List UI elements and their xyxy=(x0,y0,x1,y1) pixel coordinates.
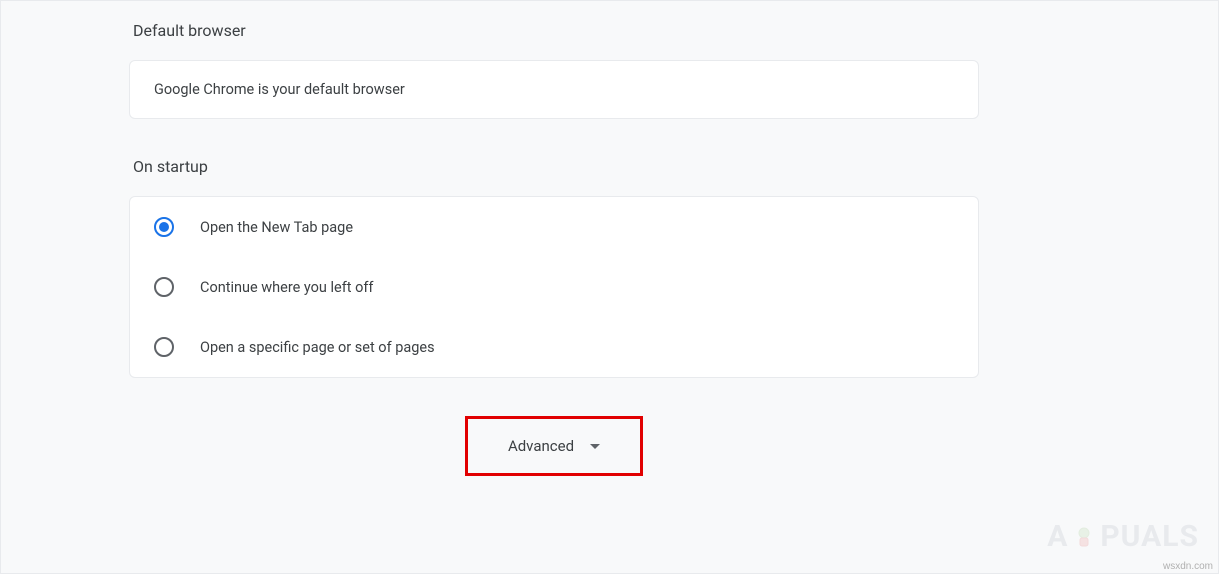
startup-option-specific-page[interactable]: Open a specific page or set of pages xyxy=(130,317,978,377)
watermark-suffix: PUALS xyxy=(1100,519,1199,554)
radio-unselected-icon xyxy=(154,337,174,357)
settings-content: Default browser Google Chrome is your de… xyxy=(129,21,979,476)
watermark-logo: A PUALS xyxy=(1047,519,1199,554)
settings-page: Default browser Google Chrome is your de… xyxy=(0,0,1219,574)
startup-option-continue[interactable]: Continue where you left off xyxy=(130,257,978,317)
startup-option-label: Open the New Tab page xyxy=(200,219,353,236)
mascot-icon xyxy=(1070,523,1098,551)
advanced-button-label: Advanced xyxy=(508,437,574,455)
radio-selected-icon xyxy=(154,217,174,237)
startup-option-label: Open a specific page or set of pages xyxy=(200,339,435,356)
on-startup-title: On startup xyxy=(129,157,979,176)
source-label: wsxdn.com xyxy=(1163,561,1213,572)
default-browser-card: Google Chrome is your default browser xyxy=(129,60,979,119)
startup-option-new-tab[interactable]: Open the New Tab page xyxy=(130,197,978,257)
advanced-button[interactable]: Advanced xyxy=(465,416,643,476)
chevron-down-icon xyxy=(590,444,600,449)
startup-option-label: Continue where you left off xyxy=(200,279,373,296)
advanced-wrapper: Advanced xyxy=(129,416,979,476)
default-browser-title: Default browser xyxy=(129,21,979,40)
radio-unselected-icon xyxy=(154,277,174,297)
default-browser-status: Google Chrome is your default browser xyxy=(130,61,978,118)
on-startup-card: Open the New Tab page Continue where you… xyxy=(129,196,979,378)
watermark-prefix: A xyxy=(1047,519,1068,554)
